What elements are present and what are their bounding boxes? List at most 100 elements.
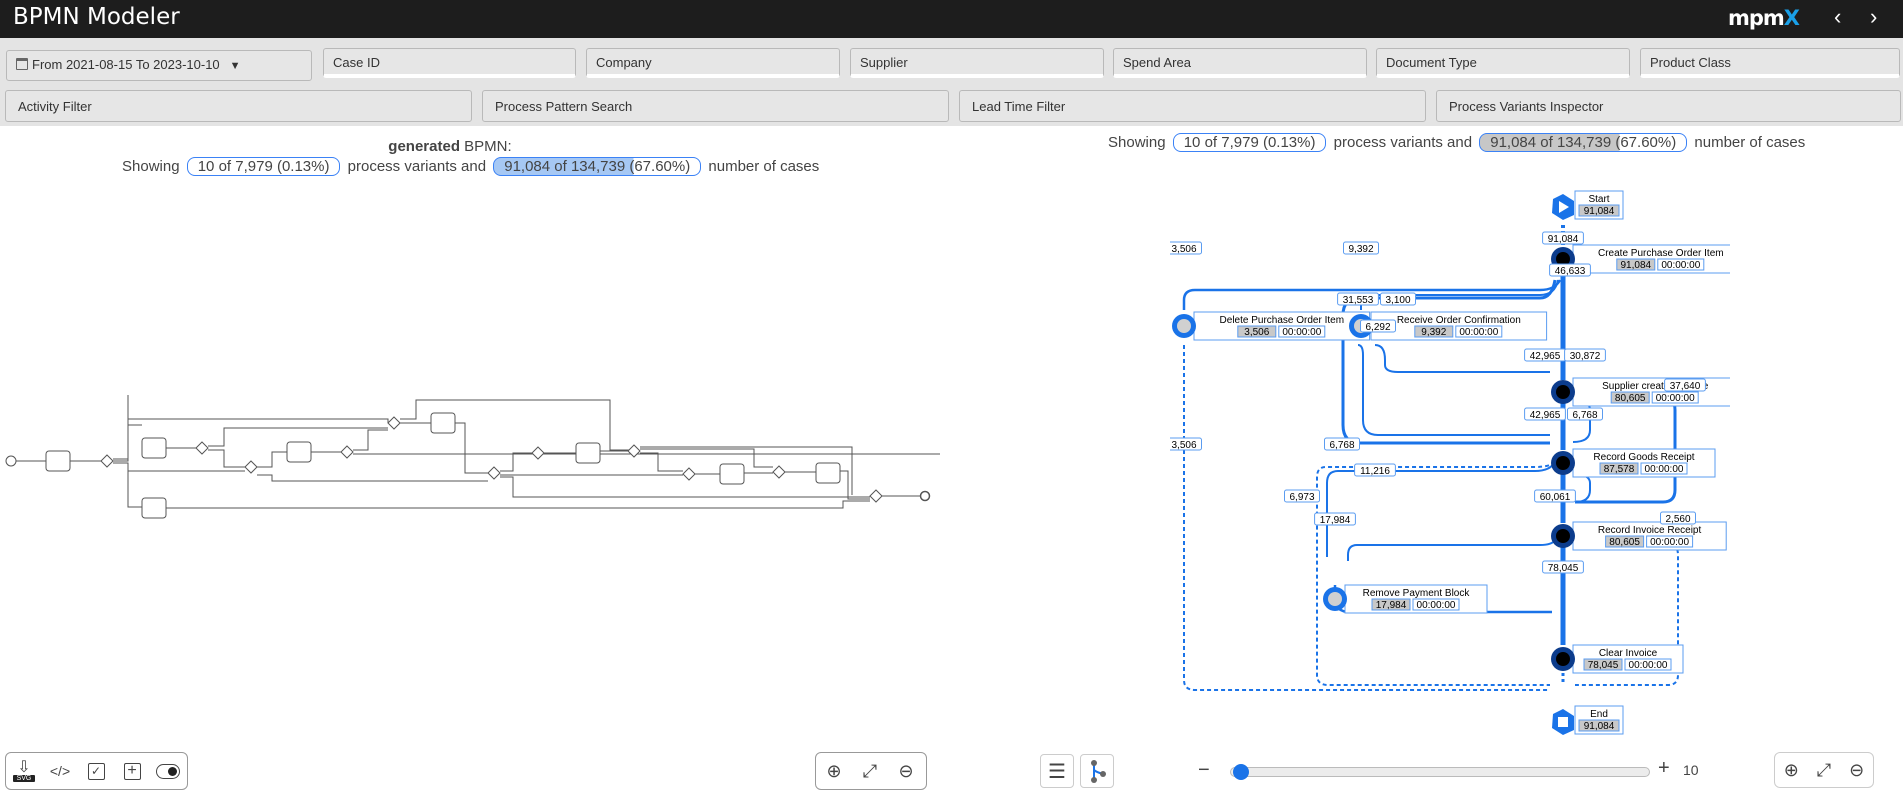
process-node-end[interactable]: End91,084: [1552, 705, 1624, 735]
code-button[interactable]: </>: [42, 754, 78, 788]
zoom-in-button[interactable]: ⊕: [816, 754, 852, 788]
checkbox-icon: ✓: [87, 762, 105, 780]
bpmn-gateway[interactable]: [772, 465, 786, 479]
edge-label-sci_rgr[interactable]: 42,965: [1524, 348, 1566, 362]
node-label: End: [1590, 709, 1608, 720]
bpmn-diagram[interactable]: [0, 395, 940, 535]
bpmn-task[interactable]: [575, 442, 601, 464]
slider-thumb[interactable]: [1233, 764, 1249, 780]
edge-count: 46,633: [1555, 266, 1586, 277]
edge-label-roc_sci[interactable]: 3,100: [1380, 292, 1416, 306]
lead-time-filter[interactable]: Lead Time Filter: [959, 90, 1426, 122]
variants-pill[interactable]: 10 of 7,979 (0.13%): [186, 157, 341, 176]
filter-document-type[interactable]: Document Type: [1376, 48, 1630, 78]
validate-button[interactable]: ✓: [78, 754, 114, 788]
node-time: 00:00:00: [1459, 327, 1498, 338]
edge-label-rir_rpb[interactable]: 11,216: [1354, 463, 1396, 477]
process-node-start[interactable]: Start91,084: [1552, 190, 1624, 220]
bpmn-task[interactable]: [141, 437, 167, 459]
filter-product-class[interactable]: Product Class: [1640, 48, 1900, 78]
node-label: Record Goods Receipt: [1593, 452, 1694, 463]
bpmn-task[interactable]: [141, 497, 167, 519]
forward-button[interactable]: ›: [1870, 4, 1877, 30]
filter-supplier[interactable]: Supplier: [850, 48, 1104, 78]
process-node-rir[interactable]: Record Invoice Receipt80,605 00:00:00: [1551, 521, 1727, 551]
bpmn-gateway[interactable]: [244, 460, 258, 474]
node-count: 91,084: [1621, 260, 1652, 271]
process-map[interactable]: Start91,084Create Purchase Order Item91,…: [1170, 185, 1730, 740]
filter-case-id[interactable]: Case ID: [323, 48, 576, 78]
edge-label-rir_ci[interactable]: 60,061: [1534, 489, 1576, 503]
edge-label-rir_end[interactable]: 2,560: [1660, 511, 1696, 525]
filter-spend-area[interactable]: Spend Area: [1113, 48, 1367, 78]
filter-company[interactable]: Company: [586, 48, 840, 78]
bpmn-gateway[interactable]: [869, 489, 883, 503]
edge-label-rgr_ci[interactable]: 6,973: [1284, 489, 1320, 503]
variants-pill[interactable]: 10 of 7,979 (0.13%): [1172, 133, 1327, 152]
edge-label-cpoi_sci[interactable]: 46,633: [1549, 263, 1591, 277]
bpmn-task[interactable]: [45, 450, 71, 472]
process-node-dpoi[interactable]: Delete Purchase Order Item3,506 00:00:00: [1172, 311, 1371, 341]
date-range-label: From 2021-08-15 To 2023-10-10: [32, 57, 220, 72]
slider-decrease[interactable]: −: [1198, 759, 1210, 782]
edge-label-start_cpoi[interactable]: 91,084: [1542, 231, 1584, 245]
edge-count: 42,965: [1530, 351, 1561, 362]
map-fit-button[interactable]: ⤢: [1808, 753, 1841, 787]
bpmn-task[interactable]: [815, 462, 841, 484]
edge-count: 6,768: [1572, 410, 1597, 421]
edge-count: 91,084: [1548, 234, 1579, 245]
app-title: BPMN Modeler: [13, 4, 180, 30]
edge-label-ci_end[interactable]: 78,045: [1542, 560, 1584, 574]
cases-text: number of cases: [708, 158, 820, 175]
bpmn-task[interactable]: [719, 463, 745, 485]
edge-label-cpoi_rgr[interactable]: 31,553: [1337, 292, 1379, 306]
cases-pill[interactable]: 91,084 of 134,739 (67.60%): [493, 157, 702, 176]
process-node-ci[interactable]: Clear Invoice78,045 00:00:00: [1551, 644, 1684, 674]
toggle-button[interactable]: [150, 754, 186, 788]
bpmn-task[interactable]: [430, 412, 456, 434]
edge-label-rpb_ci[interactable]: 17,984: [1314, 512, 1356, 526]
bpmn-gateway[interactable]: [531, 446, 545, 460]
edge-label-rgr_sci[interactable]: 30,872: [1564, 348, 1606, 362]
edge-label-rgr_rpb[interactable]: 6,768: [1324, 437, 1360, 451]
process-node-rpb[interactable]: Remove Payment Block17,984 00:00:00: [1323, 584, 1488, 614]
fit-screen-button[interactable]: ⤢: [852, 754, 888, 788]
edge-label-roc_rgr[interactable]: 6,292: [1360, 319, 1396, 333]
bpmn-task[interactable]: [286, 441, 312, 463]
bpmn-start-event[interactable]: [5, 455, 17, 467]
zoom-out-button[interactable]: ⊖: [888, 754, 924, 788]
edge-label-rgr_rir[interactable]: 42,965: [1524, 407, 1566, 421]
process-node-rgr[interactable]: Record Goods Receipt87,578 00:00:00: [1551, 448, 1716, 478]
bpmn-gateway[interactable]: [627, 444, 641, 458]
menu-button[interactable]: ☰: [1040, 754, 1074, 788]
caret-down-icon: ▼: [229, 60, 241, 72]
edge-label-rir_rgr[interactable]: 6,768: [1567, 407, 1603, 421]
bpmn-gateway[interactable]: [682, 467, 696, 481]
bpmn-end-event[interactable]: [919, 490, 931, 502]
variants-slider[interactable]: [1230, 764, 1650, 780]
bpmn-gateway[interactable]: [387, 416, 401, 430]
edge-label-sci_rir[interactable]: 37,640: [1664, 378, 1706, 392]
edge-label-cpoi_roc[interactable]: 9,392: [1343, 241, 1379, 255]
cases-pill[interactable]: 91,084 of 134,739 (67.60%): [1479, 133, 1688, 152]
bpmn-gateway[interactable]: [340, 445, 354, 459]
layout-button[interactable]: [1080, 754, 1114, 788]
edge-label-cpoi_dpoi[interactable]: 3,506: [1170, 241, 1202, 255]
slider-increase[interactable]: +: [1658, 757, 1670, 780]
map-zoom-in-button[interactable]: ⊕: [1775, 753, 1808, 787]
node-count: 9,392: [1421, 327, 1446, 338]
code-icon: </>: [49, 763, 71, 779]
process-variants-inspector[interactable]: Process Variants Inspector: [1436, 90, 1901, 122]
bpmn-gateway[interactable]: [487, 466, 501, 480]
bpmn-gateway[interactable]: [100, 454, 114, 468]
edge-label-dpoi_end[interactable]: 3,506: [1170, 437, 1202, 451]
add-button[interactable]: +: [114, 754, 150, 788]
map-zoom-out-button[interactable]: ⊖: [1840, 753, 1873, 787]
back-button[interactable]: ‹: [1834, 4, 1841, 30]
process-pattern-search[interactable]: Process Pattern Search: [482, 90, 949, 122]
date-range-picker[interactable]: From 2021-08-15 To 2023-10-10 ▼: [6, 50, 312, 81]
activity-filter[interactable]: Activity Filter: [5, 90, 472, 122]
variants-text: process variants and: [1333, 134, 1473, 151]
bpmn-gateway[interactable]: [195, 441, 209, 455]
download-svg-button[interactable]: ⇩ SVG: [6, 754, 42, 788]
